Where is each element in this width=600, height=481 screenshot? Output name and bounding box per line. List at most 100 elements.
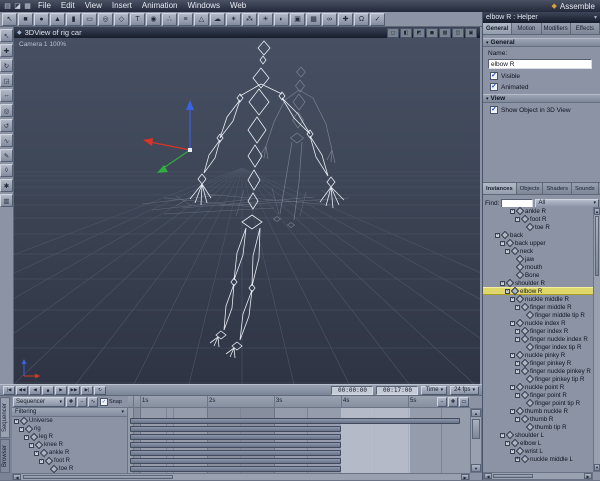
expander-icon[interactable]: - bbox=[39, 458, 44, 464]
tree-vertical-scrollbar[interactable]: ▲ ▼ bbox=[593, 207, 600, 472]
expander-icon[interactable]: - bbox=[510, 408, 515, 414]
tree-item[interactable]: - foot R bbox=[483, 215, 593, 223]
tree-item[interactable]: - neck bbox=[483, 247, 593, 255]
expander-icon[interactable]: - bbox=[515, 416, 520, 422]
play-reverse-button[interactable]: ◀ bbox=[29, 385, 41, 395]
pan-tool-icon[interactable]: ↔ bbox=[0, 89, 13, 102]
cylinder-primitive-icon[interactable]: ▮ bbox=[66, 12, 81, 26]
visible-checkbox[interactable]: ✓ bbox=[490, 72, 498, 80]
expander-icon[interactable]: - bbox=[505, 248, 510, 254]
expander-icon[interactable]: - bbox=[510, 352, 515, 358]
group-icon[interactable]: ▦ bbox=[306, 12, 321, 26]
menu-item[interactable]: Insert bbox=[107, 0, 137, 12]
stop-button[interactable]: ■ bbox=[42, 385, 54, 395]
constraint-icon[interactable]: ✓ bbox=[370, 12, 385, 26]
expander-icon[interactable]: - bbox=[510, 448, 515, 454]
expander-icon[interactable]: - bbox=[510, 320, 515, 326]
fit-timeline-icon[interactable]: ▭ bbox=[459, 397, 469, 407]
view-section-header[interactable]: View bbox=[483, 94, 600, 103]
scroll-thumb[interactable] bbox=[472, 419, 480, 439]
timeline-bar[interactable] bbox=[130, 426, 341, 432]
tree-item[interactable]: finger middle tip R bbox=[483, 311, 593, 319]
expander-icon[interactable]: - bbox=[515, 336, 520, 342]
tree-item[interactable]: - thumb R bbox=[483, 415, 593, 423]
frame-rate-dropdown[interactable]: 24 fps bbox=[450, 385, 479, 395]
lasso-tool-icon[interactable]: ∿ bbox=[0, 134, 13, 147]
instances-tab[interactable]: Instances bbox=[483, 183, 517, 194]
tree-item[interactable]: thumb tip R bbox=[483, 423, 593, 431]
scroll-up-button[interactable]: ▲ bbox=[471, 409, 481, 417]
tree-item[interactable]: - shoulder R bbox=[483, 279, 593, 287]
time-mode-dropdown[interactable]: Time bbox=[421, 385, 448, 395]
menu-item[interactable]: Web bbox=[225, 0, 251, 12]
expander-icon[interactable]: - bbox=[515, 216, 520, 222]
properties-tab[interactable]: Motion bbox=[512, 23, 542, 34]
scroll-left-button[interactable]: ◀ bbox=[484, 473, 492, 479]
tree-horizontal-scrollbar[interactable]: ◀ ▶ bbox=[483, 472, 593, 480]
tree-item[interactable]: finger pinkey tip R bbox=[483, 375, 593, 383]
scroll-right-button[interactable]: ▶ bbox=[584, 473, 592, 479]
tree-item[interactable]: - finger nuckle pinkey R bbox=[483, 367, 593, 375]
track-row[interactable]: - knee R bbox=[12, 440, 127, 450]
menu-item[interactable]: Edit bbox=[56, 0, 80, 12]
timeline-bar[interactable] bbox=[130, 442, 341, 448]
viewport-titlebar[interactable]: ◆ 3DView of rig car ◻ ◧ ◩ ◼ ▩ ◫ ▣ bbox=[14, 27, 480, 38]
cone-primitive-icon[interactable]: ▲ bbox=[50, 12, 65, 26]
timeline-bar[interactable] bbox=[130, 450, 341, 456]
tree-item[interactable]: - finger index R bbox=[483, 327, 593, 335]
timeline-bar[interactable] bbox=[130, 458, 341, 464]
play-button[interactable]: ▶ bbox=[55, 385, 67, 395]
expander-icon[interactable]: - bbox=[515, 360, 520, 366]
physics-icon[interactable]: ∞ bbox=[322, 12, 337, 26]
scene-canvas[interactable]: Camera 1 100% bbox=[14, 38, 480, 384]
tree-item[interactable]: - nuckle pinky R bbox=[483, 351, 593, 359]
fountain-icon[interactable]: ⁂ bbox=[242, 12, 257, 26]
split-view-icon[interactable]: ◫ bbox=[452, 27, 464, 38]
scroll-thumb[interactable] bbox=[23, 475, 173, 479]
instances-tab[interactable]: Shaders bbox=[543, 183, 572, 194]
properties-tab[interactable]: Effects bbox=[570, 23, 600, 34]
expander-icon[interactable]: - bbox=[515, 304, 520, 310]
hair-icon[interactable]: ≡ bbox=[178, 12, 193, 26]
expander-icon[interactable]: - bbox=[24, 434, 29, 440]
vertex-object-icon[interactable]: ◇ bbox=[114, 12, 129, 26]
tree-item[interactable]: jaw bbox=[483, 255, 593, 263]
hand-tool-icon[interactable]: ✱ bbox=[0, 179, 13, 192]
text-object-icon[interactable]: T bbox=[130, 12, 145, 26]
tree-item[interactable]: finger point tip R bbox=[483, 399, 593, 407]
dolly-tool-icon[interactable]: ▥ bbox=[0, 194, 13, 207]
camera-icon[interactable]: ▣ bbox=[290, 12, 305, 26]
tree-item[interactable]: - finger nuckle index R bbox=[483, 335, 593, 343]
scroll-right-button[interactable]: ▶ bbox=[461, 474, 469, 480]
tree-item[interactable]: - finger middle R bbox=[483, 303, 593, 311]
textured-mode-icon[interactable]: ▩ bbox=[439, 27, 451, 38]
zoom-in-icon[interactable]: ✚ bbox=[448, 397, 458, 407]
new-document-icon[interactable]: ▤ bbox=[3, 2, 12, 11]
tray-tab[interactable]: Sequencer bbox=[0, 397, 10, 439]
tree-item[interactable]: finger index tip R bbox=[483, 343, 593, 351]
timeline-bar[interactable] bbox=[130, 466, 341, 472]
scale-tool-icon[interactable]: ◲ bbox=[0, 74, 13, 87]
expander-icon[interactable]: - bbox=[29, 442, 34, 448]
properties-tab[interactable]: Modifiers bbox=[541, 23, 571, 34]
track-row[interactable]: - leg R bbox=[12, 432, 127, 442]
expander-icon[interactable]: - bbox=[510, 208, 515, 214]
tree-item[interactable]: - thumb nuckle R bbox=[483, 407, 593, 415]
orbit-tool-icon[interactable]: ↺ bbox=[0, 119, 13, 132]
tray-tab[interactable]: Browser bbox=[0, 439, 10, 474]
zoom-out-icon[interactable]: − bbox=[437, 397, 447, 407]
show-object-checkbox[interactable]: ✓ bbox=[490, 106, 498, 114]
expander-icon[interactable]: - bbox=[495, 232, 500, 238]
tree-item[interactable]: - finger point R bbox=[483, 391, 593, 399]
expander-icon[interactable]: - bbox=[500, 432, 505, 438]
gouraud-mode-icon[interactable]: ◩ bbox=[413, 27, 425, 38]
ik-target-icon[interactable]: Ω bbox=[354, 12, 369, 26]
snap-toggle[interactable]: ✓ Snap bbox=[100, 397, 122, 406]
timeline-bar[interactable] bbox=[130, 418, 460, 424]
track-row[interactable]: - foot R bbox=[12, 456, 127, 466]
general-section-header[interactable]: General bbox=[483, 38, 600, 47]
select-tool-icon[interactable]: ↖ bbox=[2, 12, 17, 26]
expander-icon[interactable]: - bbox=[500, 280, 505, 286]
menu-item[interactable]: File bbox=[33, 0, 56, 12]
terrain-icon[interactable]: △ bbox=[194, 12, 209, 26]
